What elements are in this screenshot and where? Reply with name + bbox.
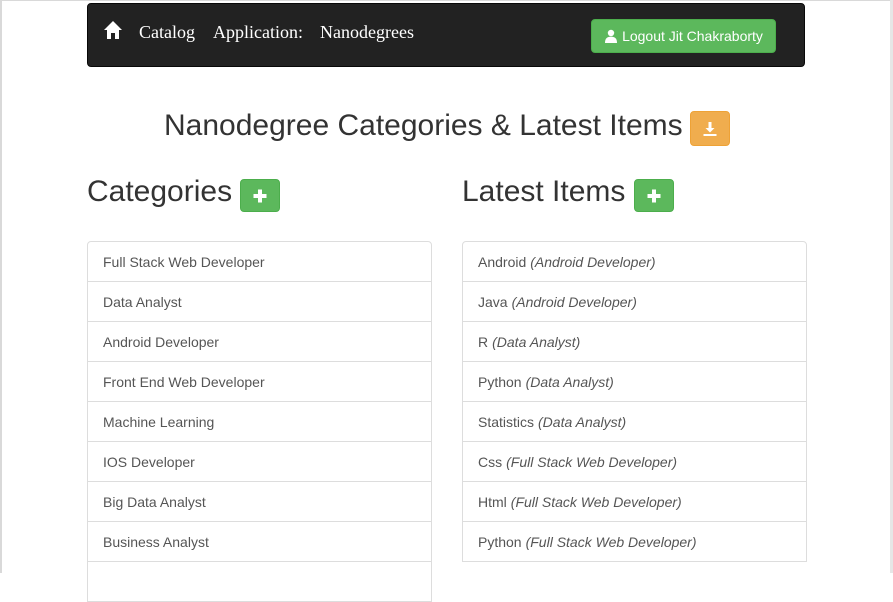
- latest-item[interactable]: Java (Android Developer): [462, 281, 807, 322]
- top-navbar: Catalog Application: Nanodegrees Logout …: [87, 3, 805, 67]
- latest-item[interactable]: Statistics (Data Analyst): [462, 401, 807, 442]
- latest-item[interactable]: Css (Full Stack Web Developer): [462, 441, 807, 482]
- category-item[interactable]: Machine Learning: [87, 401, 432, 442]
- item-category: (Data Analyst): [492, 333, 581, 350]
- latest-item[interactable]: Python (Data Analyst): [462, 361, 807, 402]
- download-icon: [703, 121, 717, 136]
- item-name: R: [478, 333, 489, 350]
- item-name: Statistics: [478, 413, 535, 430]
- item-category: (Full Stack Web Developer): [506, 453, 678, 470]
- category-item[interactable]: Big Data Analyst: [87, 481, 432, 522]
- logout-button[interactable]: Logout Jit Chakraborty: [591, 19, 776, 53]
- category-item[interactable]: Full Stack Web Developer: [87, 241, 432, 282]
- home-icon[interactable]: [103, 20, 123, 40]
- latest-item[interactable]: Android (Android Developer): [462, 241, 807, 282]
- item-name: Html: [478, 493, 507, 510]
- add-category-button[interactable]: [240, 179, 280, 212]
- window-left-edge: [0, 0, 2, 573]
- latest-item[interactable]: R (Data Analyst): [462, 321, 807, 362]
- item-category: (Android Developer): [511, 293, 637, 310]
- plus-icon: [253, 189, 267, 202]
- nav-link-application[interactable]: Application:: [213, 22, 303, 43]
- item-name: Python: [478, 373, 522, 390]
- add-item-button[interactable]: [634, 179, 674, 212]
- categories-title: Categories: [87, 175, 233, 208]
- category-item[interactable]: Data Analyst: [87, 281, 432, 322]
- nav-link-nanodegrees[interactable]: Nanodegrees: [320, 22, 414, 43]
- latest-item[interactable]: Python (Full Stack Web Developer): [462, 521, 807, 562]
- item-category: (Full Stack Web Developer): [525, 533, 697, 550]
- plus-icon: [647, 189, 661, 202]
- latest-items-list: Android (Android Developer) Java (Androi…: [462, 241, 807, 562]
- item-name: Android: [478, 253, 527, 270]
- item-name: Css: [478, 453, 503, 470]
- item-name: Python: [478, 533, 522, 550]
- latest-items-title: Latest Items: [462, 175, 626, 208]
- item-category: (Android Developer): [530, 253, 656, 270]
- logout-label: Logout Jit Chakraborty: [622, 28, 763, 44]
- item-category: (Data Analyst): [538, 413, 627, 430]
- window-top-edge: [0, 0, 893, 1]
- nav-link-catalog[interactable]: Catalog: [139, 22, 195, 43]
- categories-list: Full Stack Web Developer Data Analyst An…: [87, 241, 432, 602]
- download-button[interactable]: [690, 111, 730, 146]
- category-item[interactable]: [87, 561, 432, 602]
- category-item[interactable]: Business Analyst: [87, 521, 432, 562]
- user-icon: [605, 29, 618, 43]
- category-item[interactable]: IOS Developer: [87, 441, 432, 482]
- page-title: Nanodegree Categories & Latest Items: [164, 109, 683, 142]
- latest-item[interactable]: Html (Full Stack Web Developer): [462, 481, 807, 522]
- item-category: (Data Analyst): [525, 373, 614, 390]
- item-name: Java: [478, 293, 508, 310]
- category-item[interactable]: Android Developer: [87, 321, 432, 362]
- category-item[interactable]: Front End Web Developer: [87, 361, 432, 402]
- item-category: (Full Stack Web Developer): [510, 493, 682, 510]
